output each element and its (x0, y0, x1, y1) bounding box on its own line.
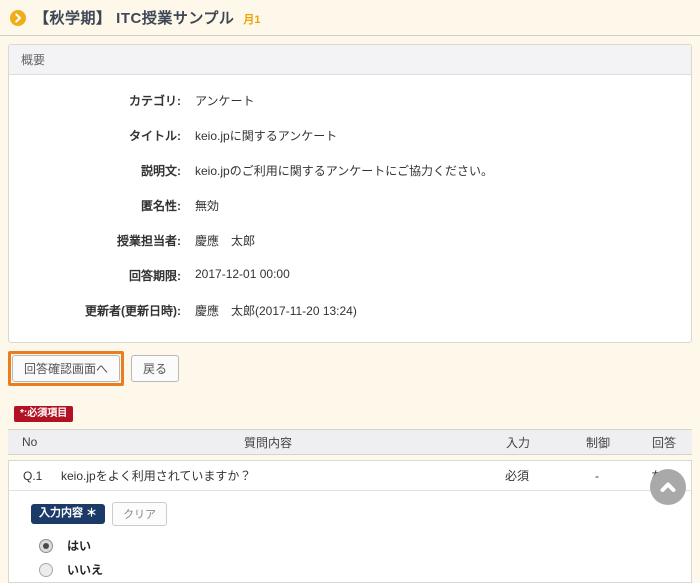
chevron-right-circle-icon (10, 10, 26, 26)
column-header-no: No (8, 435, 60, 449)
field-value: 無効 (195, 197, 219, 214)
field-value: 慶應 太郎(2017-11-20 13:24) (195, 302, 357, 319)
field-label: 更新者(更新日時): (9, 302, 181, 319)
column-header-content: 質問内容 (60, 434, 476, 451)
field-row-anonymity: 匿名性: 無効 (9, 188, 691, 223)
period-tag: 月1 (243, 9, 260, 27)
field-value: 2017-12-01 00:00 (195, 267, 290, 284)
field-label: タイトル: (9, 127, 181, 144)
question-text: keio.jpをよく利用されていますか？ (61, 467, 475, 484)
input-content-badge: 入力内容 ＊ (31, 504, 105, 523)
radio-button-no[interactable] (39, 563, 53, 577)
column-header-control: 制御 (560, 434, 636, 451)
back-button[interactable]: 戻る (131, 355, 179, 382)
field-value: keio.jpに関するアンケート (195, 127, 337, 144)
radio-label[interactable]: はい (67, 537, 91, 554)
radio-button-yes[interactable] (39, 539, 53, 553)
chevron-up-circle-icon (658, 477, 678, 497)
answer-confirm-button[interactable]: 回答確認画面へ (12, 355, 120, 382)
action-bar: 回答確認画面へ 戻る (8, 351, 700, 386)
field-row-category: カテゴリ: アンケート (9, 83, 691, 118)
field-row-deadline: 回答期限: 2017-12-01 00:00 (9, 258, 691, 293)
question-input-type: 必須 (475, 467, 559, 484)
overview-panel-body: カテゴリ: アンケート タイトル: keio.jpに関するアンケート 説明文: … (9, 75, 691, 342)
question-card: Q.1 keio.jpをよく利用されていますか？ 必須 - なし 入力内容 ＊ … (8, 460, 692, 583)
column-header-input: 入力 (476, 434, 560, 451)
field-row-title: タイトル: keio.jpに関するアンケート (9, 118, 691, 153)
page-header: 【秋学期】 ITC授業サンプル 月1 (0, 0, 700, 36)
field-value: 慶應 太郎 (195, 232, 255, 249)
confirm-button-highlight: 回答確認画面へ (8, 351, 124, 386)
radio-label[interactable]: いいえ (67, 561, 103, 578)
survey-detail-page: { "header": { "title": "【秋学期】 ITC授業サンプル"… (0, 0, 700, 548)
field-label: 匿名性: (9, 197, 181, 214)
question-number: Q.1 (9, 469, 61, 483)
field-label: 回答期限: (9, 267, 181, 284)
overview-panel: 概要 カテゴリ: アンケート タイトル: keio.jpに関するアンケート 説明… (8, 44, 692, 343)
field-label: カテゴリ: (9, 92, 181, 109)
required-fields-badge: *:必須項目 (14, 406, 73, 422)
field-value: keio.jpのご利用に関するアンケートにご協力ください。 (195, 162, 493, 179)
answer-area: 入力内容 ＊ クリア はい いいえ (9, 491, 691, 582)
column-header-answer: 回答 (636, 434, 692, 451)
radio-option-no[interactable]: いいえ (31, 561, 691, 578)
overview-panel-title: 概要 (9, 45, 691, 75)
field-row-description: 説明文: keio.jpのご利用に関するアンケートにご協力ください。 (9, 153, 691, 188)
table-row: Q.1 keio.jpをよく利用されていますか？ 必須 - なし (9, 461, 691, 491)
field-label: 説明文: (9, 162, 181, 179)
clear-button[interactable]: クリア (112, 502, 167, 526)
radio-option-yes[interactable]: はい (31, 537, 691, 554)
field-label: 授業担当者: (9, 232, 181, 249)
field-row-updated-by: 更新者(更新日時): 慶應 太郎(2017-11-20 13:24) (9, 293, 691, 328)
field-value: アンケート (195, 92, 255, 109)
field-row-instructor: 授業担当者: 慶應 太郎 (9, 223, 691, 258)
scroll-to-top-button[interactable] (650, 469, 686, 505)
question-control: - (559, 469, 635, 483)
page-title: 【秋学期】 ITC授業サンプル (34, 7, 234, 28)
question-table-header: No 質問内容 入力 制御 回答 (8, 429, 692, 455)
answer-toolbar: 入力内容 ＊ クリア (31, 502, 691, 526)
